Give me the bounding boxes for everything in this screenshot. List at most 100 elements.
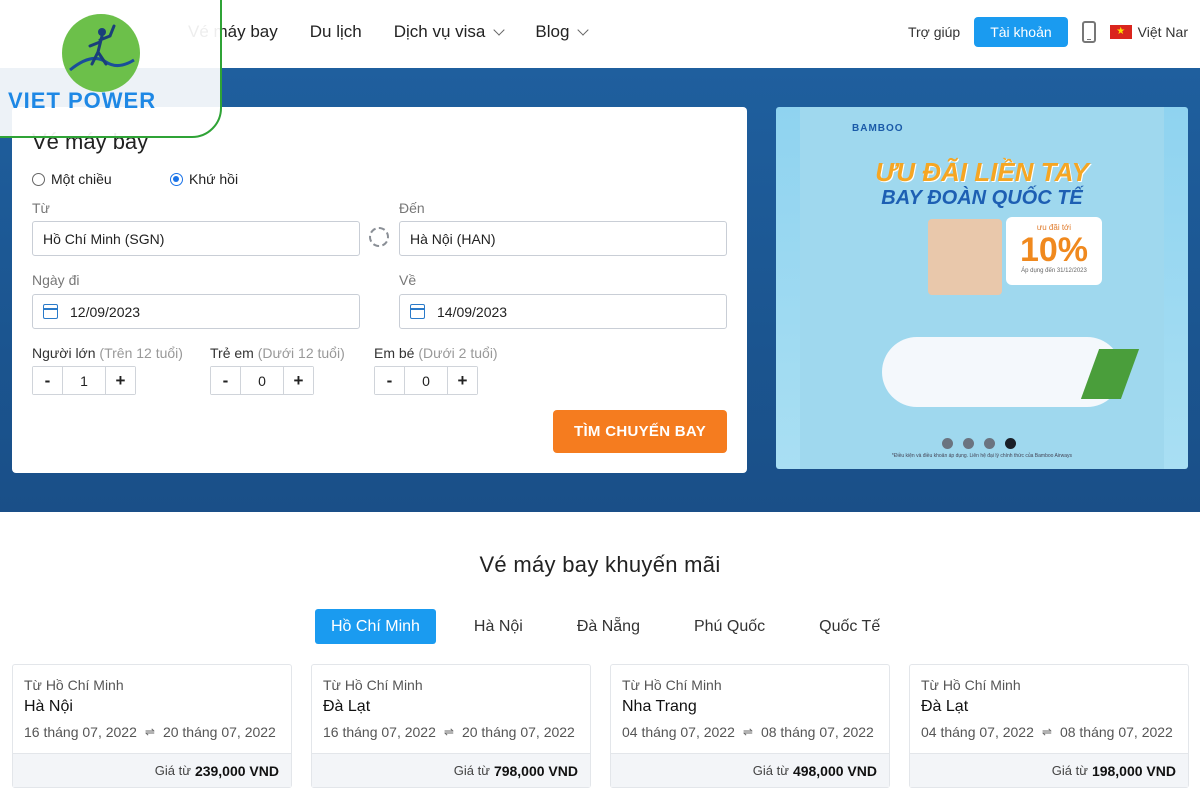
children-count[interactable]: 0: [240, 367, 284, 394]
carousel-dot[interactable]: [942, 438, 953, 449]
nav-blog[interactable]: Blog: [535, 22, 590, 42]
banner-image: BAMBOO ƯU ĐÃI LIỀN TAY BAY ĐOÀN QUỐC TẾ …: [800, 107, 1164, 469]
depart-date-value: 12/09/2023: [70, 303, 141, 320]
adults-minus-button[interactable]: -: [33, 367, 62, 394]
page: Vé máy bay Du lịch Dịch vụ visa Blog Trợ…: [0, 0, 1200, 800]
infants-label-text: Em bé: [374, 345, 415, 361]
deal-destination: Hà Nội: [24, 698, 73, 715]
from-value: Hồ Chí Minh (SGN): [43, 230, 165, 247]
depart-date-field[interactable]: 12/09/2023: [32, 294, 360, 329]
carousel-dot[interactable]: [963, 438, 974, 449]
logo-mark-icon: [62, 14, 140, 92]
from-field[interactable]: Hồ Chí Minh (SGN): [32, 221, 360, 256]
deal-card[interactable]: Từ Hồ Chí Minh Đà Lạt 04 tháng 07, 2022 …: [909, 664, 1189, 788]
infants-minus-button[interactable]: -: [375, 367, 404, 394]
deal-card[interactable]: Từ Hồ Chí Minh Đà Lạt 16 tháng 07, 2022 …: [311, 664, 591, 788]
to-label: Đến: [399, 200, 425, 216]
deal-price: 239,000 VND: [194, 762, 279, 779]
tab-quoc-te[interactable]: Quốc Tế: [803, 609, 896, 644]
language-label: Việt Nar: [1137, 24, 1188, 40]
nav-travel[interactable]: Du lịch: [310, 22, 362, 42]
carousel-dot-active[interactable]: [1005, 438, 1016, 449]
infants-plus-button[interactable]: +: [448, 367, 477, 394]
language-selector[interactable]: ★ Việt Nar: [1109, 24, 1188, 40]
price-prefix: Giá từ: [154, 763, 191, 778]
landmarks-illustration: [928, 219, 1002, 295]
nav-visa[interactable]: Dịch vụ visa: [393, 22, 506, 42]
promotions-title: Vé máy bay khuyến mãi: [479, 552, 721, 577]
depart-label: Ngày đi: [32, 272, 80, 288]
bamboo-airways-logo: BAMBOO: [852, 123, 904, 134]
price-prefix: Giá từ: [453, 763, 490, 778]
children-plus-button[interactable]: +: [284, 367, 313, 394]
nav-blog-label: Blog: [535, 22, 570, 41]
main-nav: Vé máy bay Du lịch Dịch vụ visa Blog: [188, 22, 619, 42]
logo-text: VIET POWER: [8, 88, 157, 113]
children-minus-button[interactable]: -: [211, 367, 240, 394]
banner-headline: ƯU ĐÃI LIỀN TAY: [875, 157, 1089, 187]
tab-ha-noi[interactable]: Hà Nội: [458, 609, 539, 644]
deal-return-date: 20 tháng 07, 2022: [461, 724, 575, 740]
radio-unchecked-icon: [32, 172, 45, 186]
deal-price-bar: Giá từ 798,000 VND: [312, 753, 590, 787]
carousel-dots: [942, 438, 1016, 449]
trip-type-group: Một chiều Khứ hồi: [32, 171, 308, 187]
deal-card[interactable]: Từ Hồ Chí Minh Hà Nội 16 tháng 07, 2022 …: [12, 664, 292, 788]
adults-hint: (Trên 12 tuổi): [99, 345, 183, 361]
carousel-dot[interactable]: [984, 438, 995, 449]
adults-plus-button[interactable]: +: [106, 367, 135, 394]
swap-icon[interactable]: [369, 227, 389, 247]
deal-price-bar: Giá từ 498,000 VND: [611, 753, 889, 787]
adults-count[interactable]: 1: [62, 367, 106, 394]
deal-card[interactable]: Từ Hồ Chí Minh Nha Trang 04 tháng 07, 20…: [610, 664, 890, 788]
nav-travel-label: Du lịch: [309, 22, 362, 41]
banner-subheadline: BAY ĐOÀN QUỐC TẾ: [881, 187, 1083, 209]
to-field[interactable]: Hà Nội (HAN): [399, 221, 727, 256]
price-prefix: Giá từ: [1051, 763, 1088, 778]
deal-price: 798,000 VND: [493, 762, 578, 779]
to-value: Hà Nội (HAN): [410, 230, 496, 247]
deal-return-date: 08 tháng 07, 2022: [760, 724, 874, 740]
one-way-radio[interactable]: Một chiều: [32, 171, 170, 187]
deal-destination: Đà Lạt: [323, 698, 371, 715]
deal-origin: Từ Hồ Chí Minh: [323, 677, 423, 693]
promo-banner[interactable]: BAMBOO ƯU ĐÃI LIỀN TAY BAY ĐOÀN QUỐC TẾ …: [776, 107, 1188, 469]
discount-value: 10%: [1019, 231, 1089, 269]
header-actions: Trợ giúp Tài khoản ★ Việt Nar: [908, 17, 1188, 47]
adults-stepper: - 1 +: [32, 366, 136, 395]
deal-return-date: 20 tháng 07, 2022: [162, 724, 276, 740]
adults-label: Người lớn (Trên 12 tuổi): [32, 345, 183, 361]
return-date-field[interactable]: 14/09/2023: [399, 294, 727, 329]
deal-origin: Từ Hồ Chí Minh: [921, 677, 1021, 693]
from-label: Từ: [32, 200, 50, 216]
adults-label-text: Người lớn: [32, 345, 96, 361]
deal-origin: Từ Hồ Chí Minh: [622, 677, 722, 693]
deal-depart-date: 16 tháng 07, 2022: [24, 724, 137, 740]
tab-ho-chi-minh[interactable]: Hồ Chí Minh: [315, 609, 436, 644]
round-trip-radio[interactable]: Khứ hồi: [170, 171, 308, 187]
radio-checked-icon: [170, 172, 183, 186]
children-stepper: - 0 +: [210, 366, 314, 395]
help-link[interactable]: Trợ giúp: [908, 24, 960, 40]
mobile-phone-icon[interactable]: [1081, 21, 1096, 43]
search-flights-button[interactable]: TÌM CHUYẾN BAY: [553, 410, 727, 453]
infants-stepper: - 0 +: [374, 366, 478, 395]
tab-phu-quoc[interactable]: Phú Quốc: [678, 609, 781, 644]
promotion-tabs: Hồ Chí Minh Hà Nội Đà Nẵng Phú Quốc Quốc…: [315, 609, 918, 644]
deal-depart-date: 04 tháng 07, 2022: [921, 724, 1034, 740]
hiker-icon: [69, 24, 135, 72]
nav-visa-label: Dịch vụ visa: [393, 22, 486, 41]
deal-origin: Từ Hồ Chí Minh: [24, 677, 124, 693]
round-trip-label: Khứ hồi: [189, 171, 239, 187]
return-label: Về: [399, 272, 417, 288]
discount-card: ưu đãi tới 10% Áp dụng đến 31/12/2023: [1006, 217, 1102, 285]
tab-da-nang[interactable]: Đà Nẵng: [561, 609, 656, 644]
account-button[interactable]: Tài khoản: [974, 17, 1068, 47]
infants-count[interactable]: 0: [404, 367, 448, 394]
deal-destination: Nha Trang: [622, 698, 697, 715]
chevron-down-icon: [577, 24, 590, 36]
logo[interactable]: VIET POWER: [0, 0, 222, 138]
infants-hint: (Dưới 2 tuổi): [418, 345, 498, 361]
deal-return-date: 08 tháng 07, 2022: [1059, 724, 1173, 740]
deal-dates: 04 tháng 07, 2022 ⇌ 08 tháng 07, 2022: [921, 724, 1173, 740]
